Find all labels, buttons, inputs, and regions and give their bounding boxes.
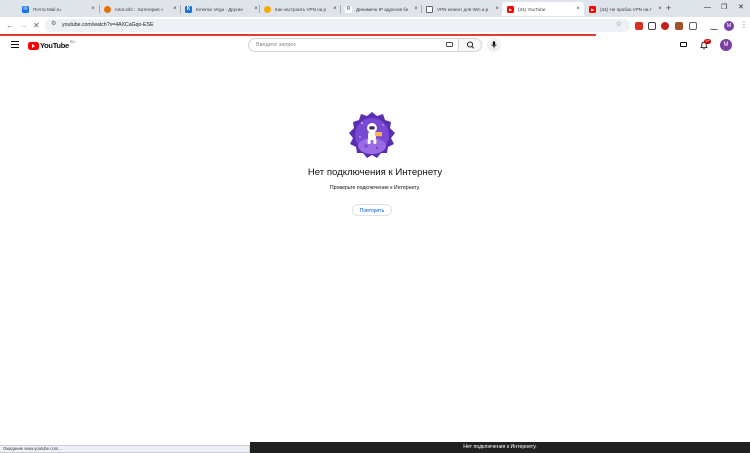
extension-icon[interactable] (648, 22, 656, 30)
mail-icon: ✉ (22, 5, 29, 13)
tab-vpn-client[interactable]: VPN клиент для Win и р × (421, 2, 503, 16)
search-icon (466, 41, 475, 49)
close-icon[interactable]: × (332, 6, 338, 12)
youtube-logo[interactable]: YouTube RU (28, 39, 75, 50)
search-button[interactable] (458, 38, 482, 52)
retry-button[interactable]: Повторить (352, 204, 392, 216)
notification-badge: 9+ (704, 39, 712, 44)
close-icon[interactable]: × (413, 6, 419, 12)
download-icon[interactable] (710, 22, 718, 30)
new-tab-button[interactable]: + (666, 3, 671, 13)
tab-title: VPN клиент для Win и р (437, 6, 489, 12)
bookmark-star-icon[interactable]: ☆ (616, 20, 622, 28)
minimize-button[interactable]: — (704, 3, 711, 13)
browser-status-bar: Ожидание www.youtube.com... (0, 445, 250, 453)
tab-strip: ✉ Почта Mail.ru × rutor.info :: Категори… (0, 0, 750, 17)
youtube-play-icon (28, 41, 39, 50)
forward-button[interactable]: → (20, 20, 28, 31)
offline-title: Нет подключения к Интернету (307, 167, 443, 178)
extension-icon[interactable] (635, 22, 643, 30)
shield-icon (426, 5, 433, 13)
extension-icon[interactable] (675, 22, 683, 30)
youtube-header: YouTube RU Введите запрос 9+ M (0, 36, 750, 56)
kinemix-icon: K (185, 5, 192, 13)
create-icon[interactable] (680, 42, 687, 47)
tab-rutor[interactable]: rutor.info :: Категория » × (99, 2, 181, 16)
tab-ip[interactable]: R Динамичн IP адресов бе × (340, 2, 422, 16)
youtube-icon: ▶ (507, 5, 514, 13)
browser-toolbar: ← → ✕ ⚙ youtube.com/watch?v=4AXCaGqo-ESE… (0, 17, 750, 35)
back-button[interactable]: ← (6, 20, 14, 31)
close-icon[interactable]: × (172, 6, 178, 12)
extension-icon[interactable] (661, 22, 669, 30)
close-icon[interactable]: × (90, 6, 96, 12)
tab-title: (34) Не пробок VPN на т (600, 6, 652, 12)
country-code: RU (69, 39, 75, 44)
restore-button[interactable]: ❐ (721, 3, 727, 13)
offline-subtitle: Проверьте подключение к Интернету. (329, 185, 421, 191)
voice-search-button[interactable] (487, 38, 501, 52)
browser-profile-avatar[interactable]: M (724, 21, 734, 31)
avatar[interactable]: M (720, 39, 732, 51)
tab-youtube-2[interactable]: ▶ (34) Не пробок VPN на т × (584, 2, 666, 16)
logo-text: YouTube (40, 41, 69, 50)
site-icon: R (345, 5, 352, 13)
site-info-icon[interactable]: ⚙ (51, 20, 56, 27)
tab-title: Почта Mail.ru (33, 6, 61, 12)
search-placeholder: Введите запрос (256, 42, 297, 48)
tab-title: Динамичн IP адресов бе (356, 6, 409, 12)
url-text[interactable]: youtube.com/watch?v=4AXCaGqo-ESE (62, 22, 154, 28)
tab-vpn-setup[interactable]: Как настроить VPN на р × (259, 2, 341, 16)
close-icon[interactable]: × (494, 6, 500, 12)
tab-title: (34) YouTube (518, 6, 546, 12)
keyboard-icon[interactable] (446, 42, 453, 47)
tab-title: Kinemix Vega - Другие (196, 6, 243, 12)
browser-menu-icon[interactable]: ⋮ (740, 20, 748, 30)
offline-toast: Нет подключения к Интернету. (250, 442, 750, 453)
offline-astronaut-illustration (349, 112, 395, 158)
site-icon (264, 5, 271, 13)
address-bar[interactable]: ⚙ youtube.com/watch?v=4AXCaGqo-ESE ☆ (45, 19, 630, 32)
close-icon[interactable]: × (575, 6, 581, 12)
tab-title: rutor.info :: Категория » (115, 6, 164, 12)
menu-icon[interactable] (11, 41, 19, 50)
window-close-button[interactable]: ✕ (738, 3, 744, 13)
tab-mail[interactable]: ✉ Почта Mail.ru × (17, 2, 99, 16)
tab-kinemix[interactable]: K Kinemix Vega - Другие × (180, 2, 262, 16)
search-input[interactable]: Введите запрос (248, 38, 458, 52)
youtube-icon: ▶ (589, 5, 596, 13)
microphone-icon (491, 41, 497, 49)
stop-button[interactable]: ✕ (33, 20, 40, 31)
tab-youtube-active[interactable]: ▶ (34) YouTube × (502, 2, 584, 16)
close-icon[interactable]: × (657, 6, 663, 12)
tab-title: Как настроить VPN на р (275, 6, 327, 12)
extensions-puzzle-icon[interactable] (689, 22, 697, 30)
rutor-icon (104, 5, 111, 13)
